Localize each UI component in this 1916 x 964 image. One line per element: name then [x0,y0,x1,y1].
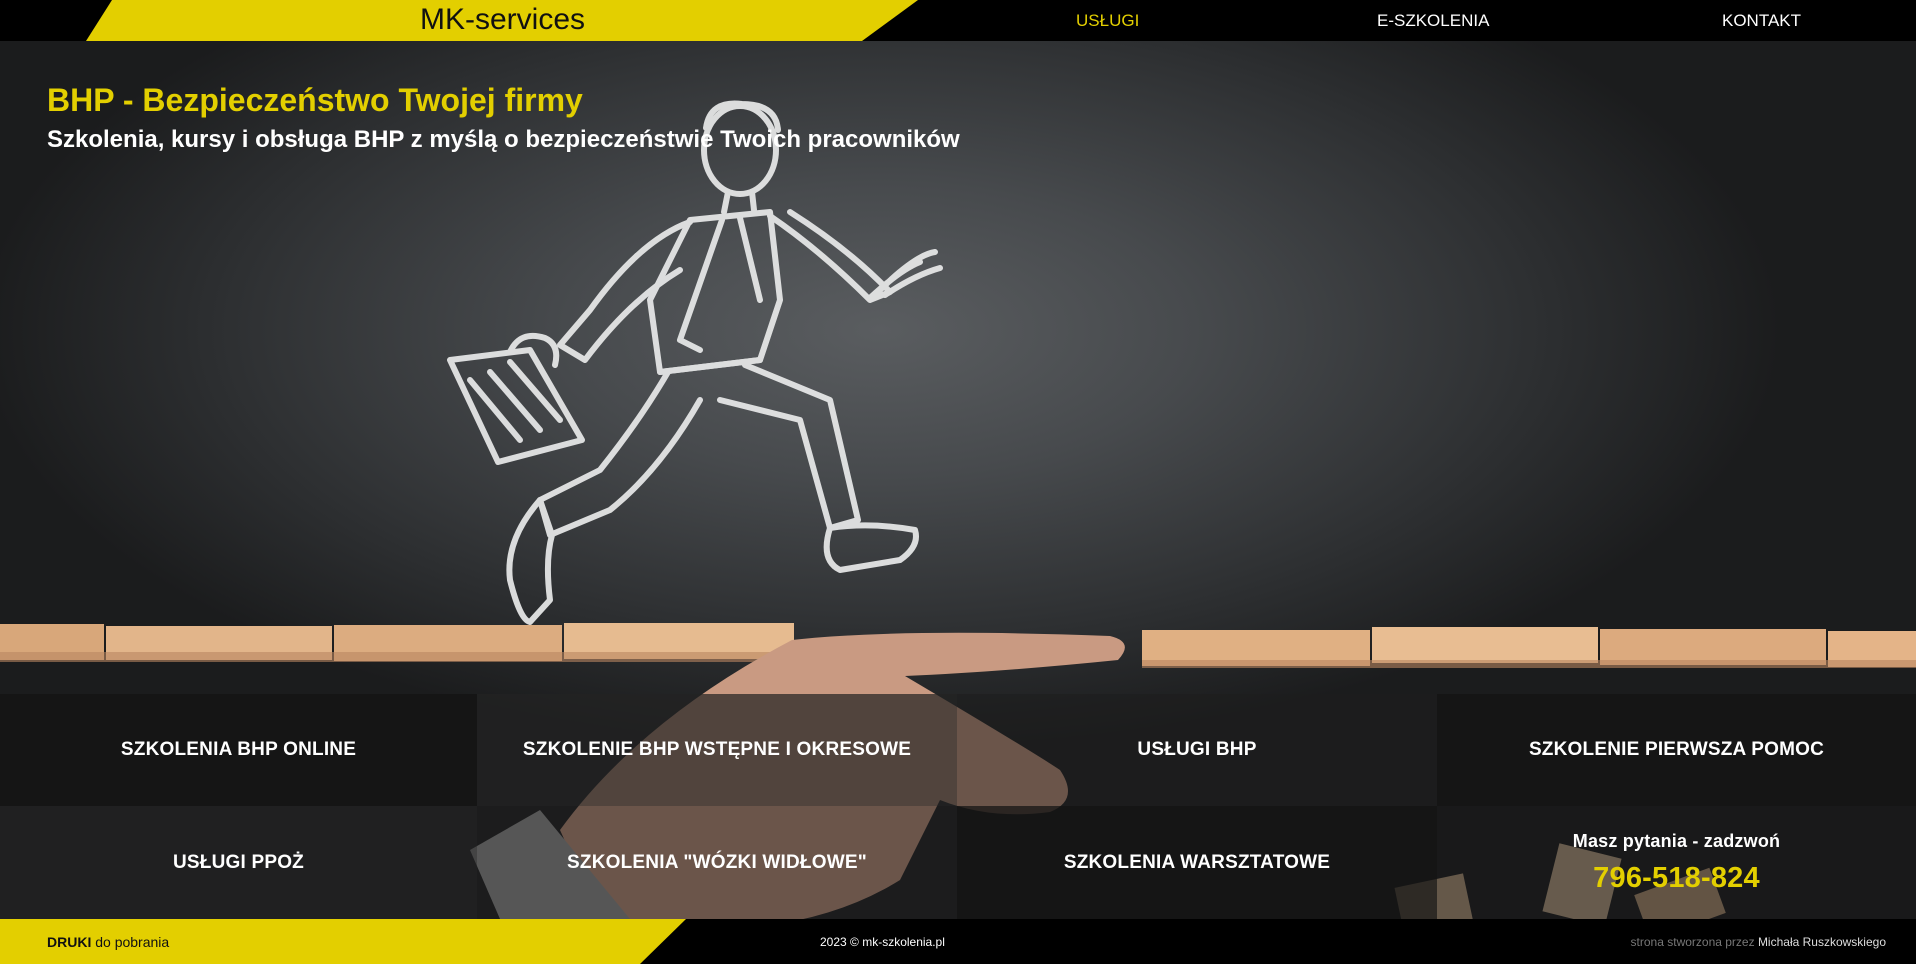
page: MK-services USŁUGI E-SZKOLENIA KONTAKT B… [0,0,1916,964]
tile-szkolenia-wozki-widlowe[interactable]: SZKOLENIA "WÓZKI WIDŁOWE" [477,806,957,919]
brand-logo[interactable]: MK-services [420,2,660,38]
tile-szkolenia-warsztatowe[interactable]: SZKOLENIA WARSZTATOWE [957,806,1437,919]
tile-szkolenie-pierwsza-pomoc[interactable]: SZKOLENIE PIERWSZA POMOC [1437,694,1916,806]
wooden-planks-left [0,623,794,662]
nav-uslugi[interactable]: USŁUGI [1076,10,1139,32]
tile-uslugi-ppoz[interactable]: USŁUGI PPOŻ [0,806,477,919]
hero-title: BHP - Bezpieczeństwo Twojej firmy [47,82,583,118]
contact-question: Masz pytania - zadzwoń [1572,830,1781,851]
contact-tile: Masz pytania - zadzwoń 796-518-824 [1437,806,1916,919]
hero-subtitle: Szkolenia, kursy i obsługa BHP z myślą o… [47,126,960,153]
druki-link[interactable]: DRUKI do pobrania [47,933,169,951]
tile-szkolenia-bhp-online[interactable]: SZKOLENIA BHP ONLINE [0,694,477,806]
druki-bold-label: DRUKI [47,934,92,950]
services-grid: SZKOLENIA BHP ONLINE SZKOLENIE BHP WSTĘP… [0,694,1916,919]
nav-e-szkolenia[interactable]: E-SZKOLENIA [1377,10,1489,32]
author-credit: strona stworzona przez Michała Ruszkowsk… [1631,935,1886,949]
tile-szkolenie-bhp-wstepne-okresowe[interactable]: SZKOLENIE BHP WSTĘPNE I OKRESOWE [477,694,957,806]
druki-rest-label: do pobrania [91,934,170,950]
credit-author-link[interactable]: Michała Ruszkowskiego [1758,935,1886,949]
wooden-planks-right [1142,627,1916,668]
chalk-businessman-running-icon [447,100,943,625]
nav-kontakt[interactable]: KONTAKT [1722,10,1801,32]
footer: DRUKI do pobrania 2023 © mk-szkolenia.pl… [0,919,1916,964]
copyright-text: 2023 © mk-szkolenia.pl [820,935,945,949]
top-navigation: MK-services USŁUGI E-SZKOLENIA KONTAKT [0,0,1916,41]
credit-prefix: strona stworzona przez [1630,935,1758,949]
tile-uslugi-bhp[interactable]: USŁUGI BHP [957,694,1437,806]
contact-phone-link[interactable]: 796-518-824 [1593,859,1760,897]
